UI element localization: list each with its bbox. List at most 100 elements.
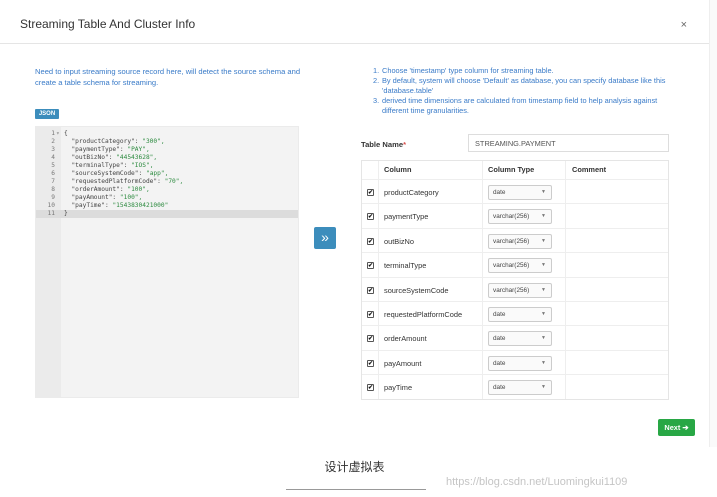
column-include-checkbox[interactable]: ✔: [367, 262, 374, 270]
caret-down-icon: ▼: [541, 311, 546, 317]
column-header: Column: [384, 165, 412, 174]
code-text: "productCategory": "300",: [64, 138, 164, 146]
json-key: "payAmount":: [64, 194, 120, 201]
caption-underline: [286, 489, 426, 490]
caret-down-icon: ▼: [541, 384, 546, 391]
code-line: 1 ▾ {: [36, 130, 298, 138]
column-type-select[interactable]: date ▼: [488, 331, 552, 347]
column-type-select[interactable]: date ▼: [488, 185, 552, 200]
column-include-checkbox[interactable]: ✔: [367, 237, 374, 245]
line-number: 11: [47, 210, 55, 217]
column-type-select[interactable]: date ▼: [488, 355, 552, 371]
convert-schema-button[interactable]: »: [314, 227, 336, 249]
column-type-value: varchar(256): [493, 286, 530, 294]
comment-field[interactable]: [568, 377, 666, 397]
table-row: ✔ payTime date ▼: [362, 374, 668, 398]
column-include-checkbox[interactable]: ✔: [367, 335, 374, 343]
close-icon[interactable]: ×: [681, 19, 687, 31]
code-text: "orderAmount": "100",: [64, 186, 150, 194]
column-type-select[interactable]: varchar(256) ▼: [488, 233, 552, 249]
hint-item: 3. derived time dimensions are calculated…: [373, 96, 673, 116]
hint-text: By default, system will choose 'Default'…: [382, 76, 666, 95]
column-type-value: date: [493, 384, 506, 392]
table-name-label-text: Table Name: [361, 140, 404, 149]
code-line: 4 "outBizNo": "44543628",: [36, 154, 298, 162]
column-name: orderAmount: [384, 334, 427, 344]
line-number: 3: [51, 146, 55, 153]
column-type-value: date: [493, 311, 506, 318]
streaming-hints: 1. Choose 'timestamp' type column for str…: [373, 66, 673, 116]
code-line: 11}: [36, 210, 298, 218]
line-number: 1: [51, 130, 55, 137]
table-row: ✔ payAmount date ▼: [362, 349, 668, 374]
table-row: ✔ productCategory date ▼: [362, 179, 668, 203]
json-value: "app",: [145, 170, 169, 177]
json-key: "requestedPlatformCode":: [64, 178, 165, 185]
column-name: sourceSystemCode: [384, 285, 449, 295]
json-key: "payTime":: [64, 202, 113, 209]
comment-field[interactable]: [568, 182, 666, 202]
column-include-checkbox[interactable]: ✔: [367, 189, 374, 196]
columns-table: Column Column Type Comment ✔ productCateg…: [361, 160, 669, 400]
column-include-checkbox[interactable]: ✔: [367, 286, 374, 294]
column-include-checkbox[interactable]: ✔: [367, 311, 374, 318]
table-name-input[interactable]: [468, 134, 669, 152]
column-name: terminalType: [384, 261, 427, 271]
line-number: 4: [51, 154, 55, 161]
column-include-checkbox[interactable]: ✔: [367, 213, 374, 221]
comment-field[interactable]: [568, 255, 666, 275]
json-key: "terminalType":: [64, 162, 132, 169]
next-button[interactable]: Next ➔: [658, 419, 695, 436]
line-number: 2: [51, 138, 55, 145]
line-number: 8: [51, 186, 55, 193]
json-value: "IOS",: [131, 162, 154, 169]
code-line: 7 "requestedPlatformCode": "70",: [36, 178, 298, 186]
comment-field[interactable]: [568, 206, 666, 226]
column-type-value: date: [493, 335, 506, 343]
json-badge: JSON: [35, 109, 59, 119]
column-type-value: varchar(256): [493, 237, 530, 245]
json-value: "100",: [127, 186, 150, 193]
column-type-value: date: [493, 189, 506, 196]
code-text: "sourceSystemCode": "app",: [64, 170, 168, 178]
fold-icon[interactable]: ▾: [56, 130, 60, 138]
column-type-select[interactable]: date ▼: [488, 380, 552, 396]
table-row: ✔ orderAmount date ▼: [362, 325, 668, 349]
column-type-select[interactable]: varchar(256) ▼: [488, 282, 552, 298]
modal-title: Streaming Table And Cluster Info: [20, 17, 196, 31]
comment-field[interactable]: [568, 231, 666, 251]
line-number: 7: [51, 178, 55, 185]
hint-item: 1. Choose 'timestamp' type column for str…: [373, 66, 673, 76]
table-row: ✔ paymentType varchar(256) ▼: [362, 203, 668, 227]
column-name: productCategory: [384, 188, 439, 197]
comment-field[interactable]: [568, 328, 666, 348]
column-type-select[interactable]: varchar(256) ▼: [488, 258, 552, 274]
column-type-select[interactable]: varchar(256) ▼: [488, 209, 552, 225]
code-line: 2 "productCategory": "300",: [36, 138, 298, 146]
comment-field[interactable]: [568, 353, 666, 373]
required-mark: *: [403, 140, 407, 149]
json-editor[interactable]: 1 ▾{2 "productCategory": "300", 3 "payment…: [35, 126, 299, 398]
comment-field[interactable]: [568, 280, 666, 300]
column-name: payTime: [384, 383, 413, 393]
comment-field[interactable]: [568, 304, 666, 324]
figure-caption: 设计虚拟表: [324, 460, 385, 474]
hint-item: 2. By default, system will choose 'Defaul…: [373, 76, 673, 96]
watermark: https://blog.csdn.net/Luomingkui1109: [446, 476, 628, 488]
caret-down-icon: ▼: [541, 189, 546, 195]
json-value: "100",: [119, 194, 143, 201]
column-type-value: varchar(256): [493, 213, 530, 221]
modal-header: Streaming Table And Cluster Info ×: [0, 0, 709, 44]
code-line: 10 "payTime": "1543830421000": [36, 202, 298, 210]
code-line: 6 "sourceSystemCode": "app",: [36, 170, 298, 178]
code-text: "requestedPlatformCode": "70",: [64, 178, 183, 186]
column-include-checkbox[interactable]: ✔: [367, 359, 374, 367]
column-type-select[interactable]: date ▼: [488, 307, 552, 322]
json-value: "1543830421000": [112, 202, 169, 209]
page-scrollbar[interactable]: [709, 0, 717, 447]
code-text: "payTime": "1543830421000": [64, 202, 168, 210]
code-text: "paymentType": "PAY",: [64, 146, 149, 154]
table-row: ✔ sourceSystemCode varchar(256) ▼: [362, 276, 668, 301]
column-include-checkbox[interactable]: ✔: [367, 384, 374, 392]
hint-number: 2.: [373, 76, 380, 85]
